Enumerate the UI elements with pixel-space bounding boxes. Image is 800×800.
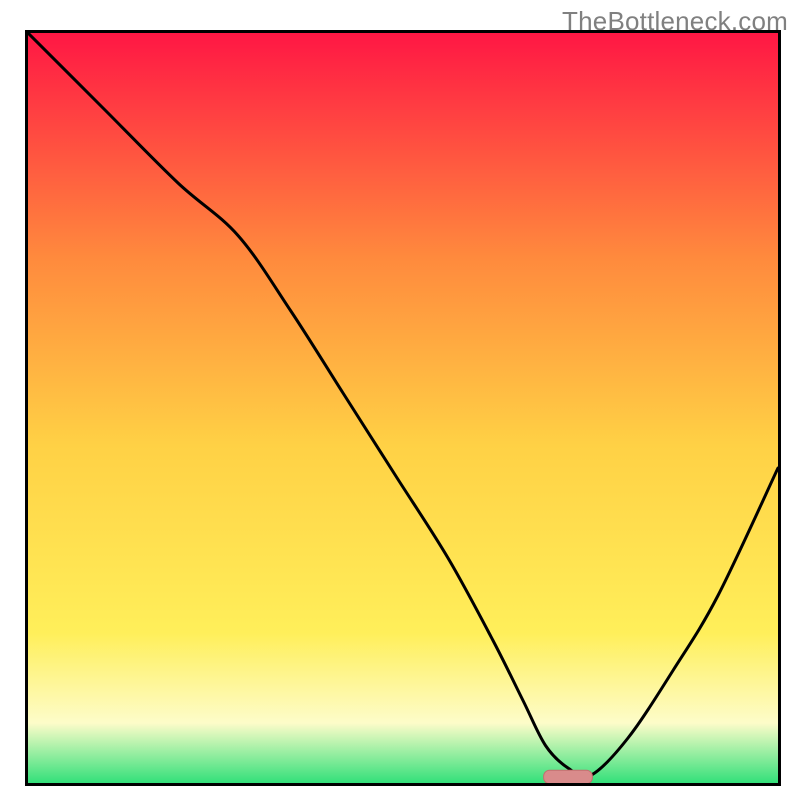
chart-frame: [25, 30, 781, 786]
optimum-marker: [544, 770, 593, 783]
plot-svg: [28, 33, 778, 783]
